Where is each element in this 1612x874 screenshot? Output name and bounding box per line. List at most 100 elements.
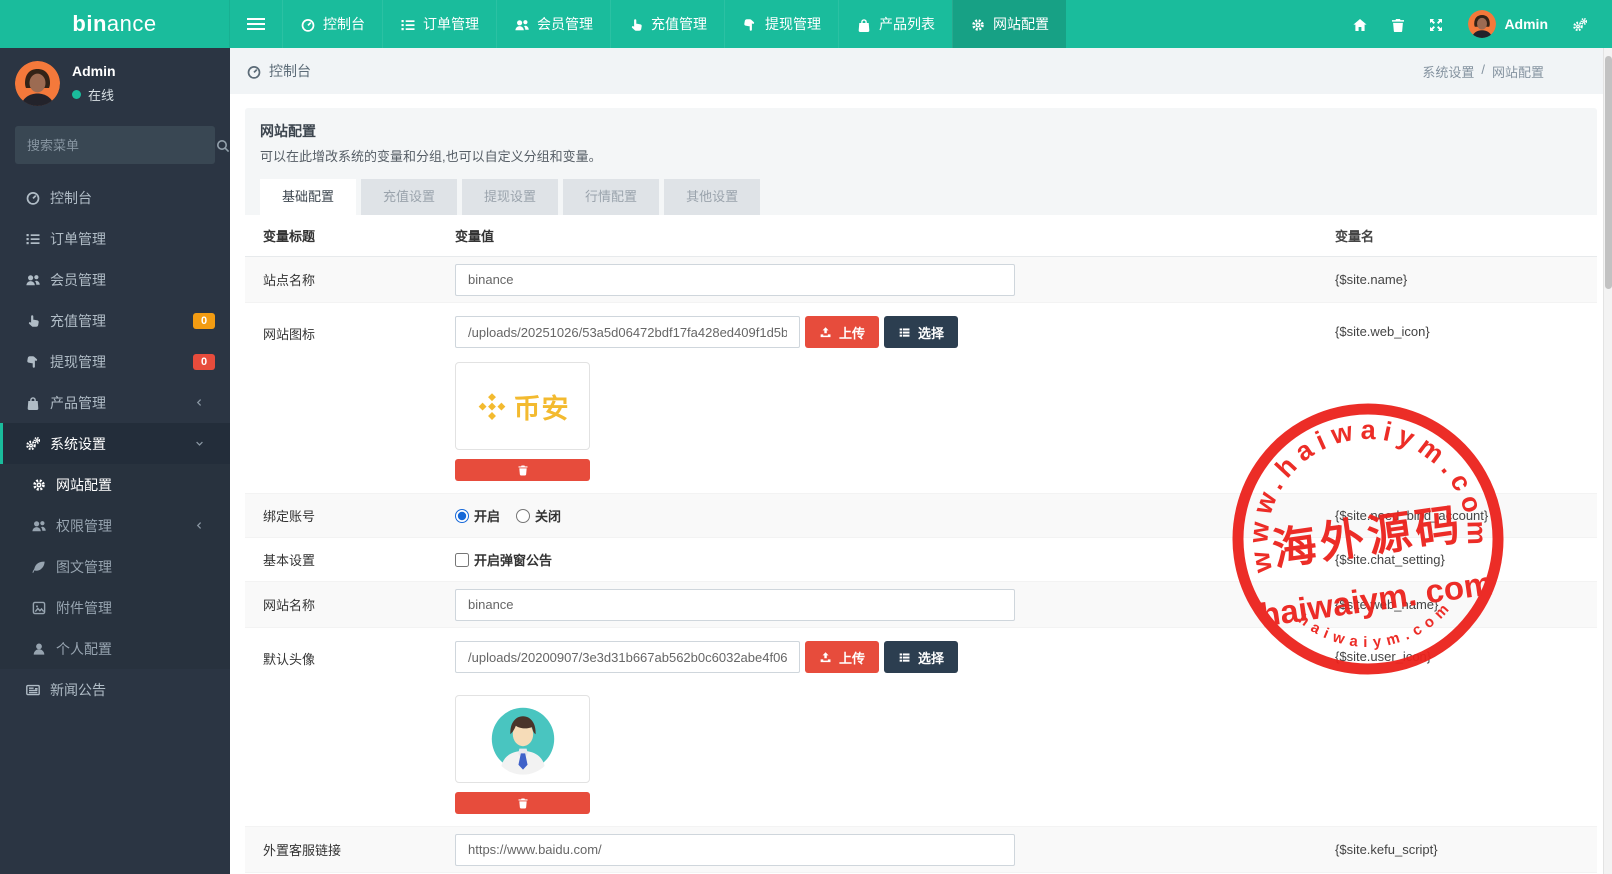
sidebar-item-withdraw[interactable]: 提现管理0: [0, 341, 230, 382]
menu-search-button[interactable]: [215, 138, 230, 153]
sidebar-item-site-config[interactable]: 网站配置: [0, 464, 230, 505]
topbar-avatar[interactable]: [1468, 10, 1496, 38]
choose-button[interactable]: 选择: [884, 316, 958, 348]
vertical-scrollbar-thumb[interactable]: [1605, 56, 1612, 289]
sidebar-toggle-button[interactable]: [230, 0, 282, 48]
topbar-username[interactable]: Admin: [1504, 16, 1548, 32]
trash-icon: [517, 797, 529, 809]
gear-icon: [970, 17, 985, 32]
trash-icon: [517, 464, 529, 476]
bind-account-on-option[interactable]: 开启: [455, 506, 500, 525]
trash-icon: [1390, 17, 1405, 32]
newspaper-icon: [25, 682, 40, 697]
hand-up-icon: [25, 313, 40, 328]
menu-search-input[interactable]: [15, 138, 215, 153]
hamburger-icon: [247, 23, 265, 25]
topnav-orders[interactable]: 订单管理: [382, 0, 496, 48]
popup-notice-checkbox[interactable]: [455, 553, 469, 567]
table-row: 站点名称 {$site.name}: [245, 257, 1597, 303]
sidebar-item-articles[interactable]: 图文管理: [0, 546, 230, 587]
sidebar-item-product-mgmt[interactable]: 产品管理: [0, 382, 230, 423]
table-row: 网站图标 上传 选择 币安 {$site.web_icon}: [245, 303, 1597, 494]
table-row: 默认头像 上传 选择 {$site.user_icon}: [245, 628, 1597, 827]
web-name-input[interactable]: [455, 589, 1015, 621]
radio-off[interactable]: [516, 509, 530, 523]
site-name-input[interactable]: [455, 264, 1015, 296]
breadcrumb: 系统设置 / 网站配置: [1422, 62, 1544, 81]
main-content: 控制台 系统设置 / 网站配置 网站配置 可以在此增改系统的变量和分组,也可以自…: [230, 48, 1612, 874]
panel-heading: 网站配置 可以在此增改系统的变量和分组,也可以自定义分组和变量。 基础配置 充值…: [245, 108, 1597, 215]
fullscreen-button[interactable]: [1416, 0, 1454, 48]
sidebar-item-orders[interactable]: 订单管理: [0, 218, 230, 259]
user-icon-input[interactable]: [455, 641, 800, 673]
table-row: 绑定账号 开启 关闭 {$site.need_bind_account}: [245, 494, 1597, 538]
kefu-link-input[interactable]: [455, 834, 1015, 866]
upload-button[interactable]: 上传: [805, 316, 879, 348]
popup-notice-checkbox-option[interactable]: 开启弹窗公告: [455, 550, 552, 569]
tab-market-config[interactable]: 行情配置: [563, 179, 659, 215]
sidebar-item-dashboard[interactable]: 控制台: [0, 177, 230, 218]
topnav-site-config[interactable]: 网站配置: [952, 0, 1066, 48]
users-icon: [514, 17, 529, 32]
home-button[interactable]: [1340, 0, 1378, 48]
tab-basic-config[interactable]: 基础配置: [260, 179, 356, 215]
tab-other-settings[interactable]: 其他设置: [664, 179, 760, 215]
users-icon: [31, 518, 46, 533]
vertical-scrollbar-track: [1603, 48, 1612, 874]
cogs-icon: [1572, 17, 1587, 32]
topnav-dashboard[interactable]: 控制台: [282, 0, 382, 48]
web-icon-input[interactable]: [455, 316, 800, 348]
topnav-members[interactable]: 会员管理: [496, 0, 610, 48]
web-icon-preview: 币安: [455, 362, 590, 450]
topnav-recharge[interactable]: 充值管理: [610, 0, 724, 48]
tab-withdraw-settings[interactable]: 提现设置: [462, 179, 558, 215]
upload-button[interactable]: 上传: [805, 641, 879, 673]
radio-on[interactable]: [455, 509, 469, 523]
sidebar-item-recharge[interactable]: 充值管理0: [0, 300, 230, 341]
withdraw-badge: 0: [193, 354, 215, 370]
list-icon: [400, 17, 415, 32]
sidebar-item-system-settings[interactable]: 系统设置: [0, 423, 230, 464]
tab-recharge-settings[interactable]: 充值设置: [361, 179, 457, 215]
sidebar-item-members[interactable]: 会员管理: [0, 259, 230, 300]
config-tabs: 基础配置 充值设置 提现设置 行情配置 其他设置: [260, 179, 1582, 215]
top-nav: 控制台 订单管理 会员管理 充值管理 提现管理 产品列表 网站配置: [282, 0, 1066, 48]
hand-down-icon: [742, 17, 757, 32]
choose-button[interactable]: 选择: [884, 641, 958, 673]
sidebar-item-profile[interactable]: 个人配置: [0, 628, 230, 669]
delete-web-icon-button[interactable]: [455, 459, 590, 481]
settings-menu-button[interactable]: [1560, 0, 1598, 48]
table-row: 外置客服链接 {$site.kefu_script}: [245, 827, 1597, 873]
chevron-down-icon: [194, 438, 205, 449]
clear-cache-button[interactable]: [1378, 0, 1416, 48]
content-header-title: 控制台: [246, 61, 311, 81]
cogs-icon: [25, 436, 40, 451]
app-logo[interactable]: binance: [0, 0, 230, 48]
bind-account-off-option[interactable]: 关闭: [516, 506, 561, 525]
file-image-icon: [31, 600, 46, 615]
sidebar-menu: 控制台 订单管理 会员管理 充值管理0 提现管理0 产品管理 系统设置 网站配置…: [0, 177, 230, 710]
leaf-icon: [31, 559, 46, 574]
delete-user-icon-button[interactable]: [455, 792, 590, 814]
hand-up-icon: [628, 17, 643, 32]
breadcrumb-site-config: 网站配置: [1492, 62, 1544, 81]
list-icon: [898, 651, 911, 664]
table-row: 基本设置 开启弹窗公告 {$site.chat_setting}: [245, 538, 1597, 582]
hand-down-icon: [25, 354, 40, 369]
dashboard-icon: [300, 17, 315, 32]
user-icon-preview: [455, 695, 590, 783]
sidebar-item-news[interactable]: 新闻公告: [0, 669, 230, 710]
topnav-withdraw[interactable]: 提现管理: [724, 0, 838, 48]
sidebar-user-status: 在线: [72, 85, 116, 104]
breadcrumb-system-settings[interactable]: 系统设置: [1422, 62, 1474, 81]
topnav-products[interactable]: 产品列表: [838, 0, 952, 48]
system-settings-submenu: 网站配置 权限管理 图文管理 附件管理 个人配置: [0, 464, 230, 669]
sidebar-item-permissions[interactable]: 权限管理: [0, 505, 230, 546]
site-config-panel: 网站配置 可以在此增改系统的变量和分组,也可以自定义分组和变量。 基础配置 充值…: [245, 108, 1597, 874]
sidebar-item-attachments[interactable]: 附件管理: [0, 587, 230, 628]
sidebar: Admin 在线 控制台 订单管理 会员管理 充值管理0 提现管理0 产品管理 …: [0, 48, 230, 874]
chevron-left-icon: [194, 520, 205, 531]
sidebar-user-panel: Admin 在线: [0, 48, 230, 120]
table-header-row: 变量标题 变量值 变量名: [245, 215, 1597, 257]
sidebar-avatar[interactable]: [15, 61, 60, 106]
